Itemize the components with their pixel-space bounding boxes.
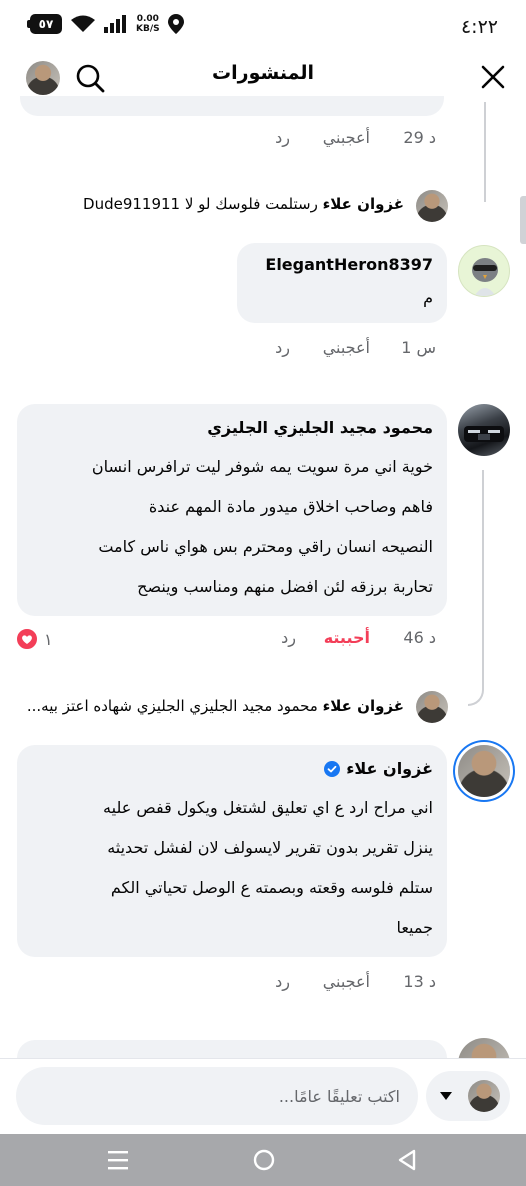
wifi-icon xyxy=(71,15,95,32)
comment-time: 1 س xyxy=(401,338,436,357)
reply-button[interactable]: رد xyxy=(281,628,296,647)
comment-text: خوية اني مرة سويت يمه شوفر ليت ترافرس ان… xyxy=(92,452,433,602)
view-reply-link[interactable]: غزوان علاء محمود مجيد الجليزي الجليزي شه… xyxy=(27,697,404,715)
thread-line xyxy=(468,470,484,706)
reaction-count-number: ١ xyxy=(44,629,53,649)
comment-author[interactable]: محمود مجيد الجليزي الجليزي xyxy=(207,418,433,437)
comment-text: اني مراح ارد ع اي تعليق لشتغل ويكول قفص … xyxy=(103,793,433,943)
reply-avatar xyxy=(416,691,448,723)
back-icon[interactable] xyxy=(396,1148,418,1172)
reply-author: غزوان علاء xyxy=(322,697,404,715)
comment-author[interactable]: ElegantHeron8397 xyxy=(265,255,433,274)
location-icon xyxy=(167,14,184,34)
avatar[interactable] xyxy=(458,245,510,297)
avatar-illustration xyxy=(472,258,498,296)
like-button[interactable]: أعجبني xyxy=(323,128,370,147)
comment-time: 13 د xyxy=(403,972,436,991)
thread-line xyxy=(470,102,486,202)
avatar[interactable] xyxy=(458,404,510,456)
comment-bubble: غزوان علاء اني مراح ارد ع اي تعليق لشتغل… xyxy=(17,745,447,957)
reply-button[interactable]: رد xyxy=(275,128,290,147)
status-time: ٤:٢٢ xyxy=(460,16,498,38)
avatar[interactable] xyxy=(458,745,510,797)
comment-line: جميعا xyxy=(396,918,433,937)
like-button[interactable]: أعجبني xyxy=(323,338,370,357)
close-icon[interactable] xyxy=(478,62,508,92)
comment-line: ينزل تقرير بدون تقرير لايسولف لان لفشل ت… xyxy=(107,838,433,857)
status-bar: ٥٧ 0.00 KB/S ٤:٢٢ xyxy=(0,0,526,56)
love-button[interactable]: أحببته xyxy=(324,628,370,647)
comment-actions: 29 د أعجبني رد xyxy=(200,128,436,152)
comment-line: تحاربة برزقه لئن افضل منهم ومناسب وينصح xyxy=(137,577,433,596)
battery-icon: ٥٧ xyxy=(27,14,62,34)
battery-level: ٥٧ xyxy=(38,17,54,31)
comment-line: ستلم فلوسه وقعته وبصمته ع الوصل تحياتي ا… xyxy=(110,878,433,897)
comment-line: م xyxy=(423,288,433,307)
identity-switcher[interactable] xyxy=(426,1071,510,1121)
comment-line: اني مراح ارد ع اي تعليق لشتغل ويكول قفص … xyxy=(103,798,433,817)
reply-button[interactable]: رد xyxy=(275,972,290,991)
comment-author[interactable]: غزوان علاء xyxy=(324,759,433,778)
network-speed: 0.00 KB/S xyxy=(136,14,160,34)
comment-actions: 46 د أحببته رد ١ xyxy=(16,628,436,652)
comment-input[interactable] xyxy=(16,1067,418,1125)
reply-preview: رستلمت فلوسك لو لا Dude911911 xyxy=(83,195,318,213)
network-speed-unit: KB/S xyxy=(136,24,160,34)
recents-icon[interactable] xyxy=(106,1149,130,1171)
reaction-count[interactable]: ١ xyxy=(16,628,53,650)
reply-avatar xyxy=(416,190,448,222)
comment-bubble: ElegantHeron8397 م xyxy=(237,243,447,323)
comment-time: 46 د xyxy=(403,628,436,647)
caret-down-icon xyxy=(440,1092,452,1100)
comment-line: النصيحه انسان راقي ومحترم بس هواي ناس كا… xyxy=(98,537,433,556)
heart-icon xyxy=(16,628,38,650)
system-nav-bar xyxy=(0,1134,526,1186)
reply-author: غزوان علاء xyxy=(322,195,404,213)
comment-author-name: غزوان علاء xyxy=(346,759,433,778)
comment-actions: 1 س أعجبني رد xyxy=(200,338,436,362)
view-reply-link[interactable]: غزوان علاء رستلمت فلوسك لو لا Dude911911 xyxy=(83,195,404,213)
comment-bubble: محمود مجيد الجليزي الجليزي خوية اني مرة … xyxy=(17,404,447,616)
home-icon[interactable] xyxy=(252,1148,276,1172)
status-icons: ٥٧ 0.00 KB/S xyxy=(27,14,184,34)
like-button[interactable]: أعجبني xyxy=(323,972,370,991)
scrollbar-thumb[interactable] xyxy=(520,196,526,244)
comment-time: 29 د xyxy=(403,128,436,147)
network-speed-value: 0.00 xyxy=(136,14,159,24)
signal-icon xyxy=(104,15,126,33)
comment-bubble xyxy=(20,96,444,116)
comment-line: فاهم وصاحب اخلاق ميدور مادة المهم عندة xyxy=(148,497,433,516)
comment-text: م xyxy=(423,283,433,313)
reply-preview: محمود مجيد الجليزي الجليزي شهاده اعتز بي… xyxy=(26,697,318,715)
avatar-car-image xyxy=(464,426,504,442)
verified-badge-icon xyxy=(324,760,341,777)
comment-actions: 13 د أعجبني رد xyxy=(200,972,436,996)
composer-avatar xyxy=(468,1080,500,1112)
reply-button[interactable]: رد xyxy=(275,338,290,357)
comment-composer xyxy=(0,1058,526,1134)
comment-line: خوية اني مرة سويت يمه شوفر ليت ترافرس ان… xyxy=(91,457,433,476)
page-title: المنشورات xyxy=(212,62,314,84)
